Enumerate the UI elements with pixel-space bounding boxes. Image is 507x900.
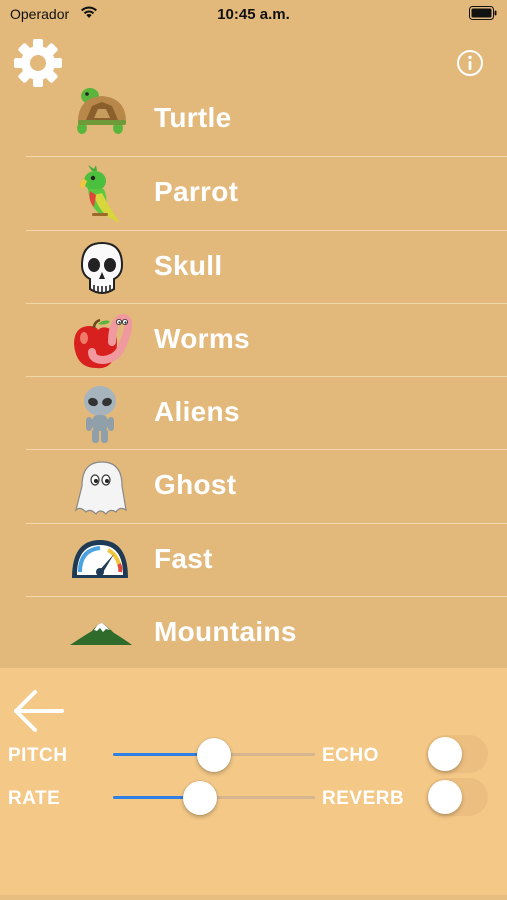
- parrot-icon: [80, 165, 120, 224]
- skull-icon: [80, 241, 124, 294]
- item-label: Aliens: [154, 396, 240, 428]
- toggle-knob: [428, 780, 462, 814]
- alien-icon: [84, 386, 116, 444]
- list-item-parrot[interactable]: Parrot: [0, 157, 507, 231]
- list-item-turtle[interactable]: Turtle: [0, 84, 507, 158]
- echo-toggle[interactable]: [426, 735, 488, 773]
- battery-icon: [469, 6, 497, 20]
- pitch-label: PITCH: [8, 745, 68, 766]
- item-label: Worms: [154, 322, 250, 354]
- item-label: Ghost: [154, 469, 237, 501]
- item-label: Mountains: [154, 616, 297, 648]
- reverb-toggle[interactable]: [426, 778, 488, 816]
- item-label: Skull: [154, 249, 223, 281]
- speedometer-icon: [72, 539, 128, 578]
- toggle-knob: [428, 737, 462, 771]
- reverb-label: REVERB: [322, 788, 405, 809]
- back-button[interactable]: [10, 688, 66, 734]
- arrow-left-icon: [14, 690, 64, 732]
- list-item-aliens[interactable]: Aliens: [0, 377, 507, 451]
- settings-button[interactable]: [12, 37, 64, 89]
- list-item-skull[interactable]: Skull: [0, 231, 507, 304]
- slider-thumb[interactable]: [197, 738, 231, 772]
- home-indicator-area: [0, 895, 507, 900]
- item-label: Fast: [154, 542, 213, 574]
- item-label: Parrot: [154, 176, 239, 208]
- echo-label: ECHO: [322, 745, 379, 766]
- list-item-fast[interactable]: Fast: [0, 524, 507, 598]
- status-bar: Operador 10:45 a.m.: [0, 0, 507, 30]
- effects-list: Turtle Parrot Skull Worms Aliens Ghost F…: [0, 84, 507, 668]
- info-icon: [457, 50, 483, 76]
- list-item-mountains[interactable]: Mountains: [0, 597, 507, 668]
- list-item-worms[interactable]: Worms: [0, 304, 507, 378]
- mountain-icon: [70, 623, 132, 646]
- gear-icon: [14, 39, 62, 87]
- slider-thumb[interactable]: [182, 781, 217, 815]
- controls-panel: PITCH ECHO RATE REVERB: [0, 668, 507, 900]
- worm-apple-icon: [74, 313, 132, 369]
- turtle-icon: [77, 88, 126, 134]
- rate-label: RATE: [8, 788, 61, 809]
- info-button[interactable]: [456, 49, 484, 77]
- rate-slider[interactable]: [113, 779, 315, 815]
- item-label: Turtle: [154, 102, 232, 133]
- ghost-icon: [74, 461, 127, 516]
- clock-label: 10:45 a.m.: [217, 6, 290, 23]
- list-item-ghost[interactable]: Ghost: [0, 450, 507, 524]
- pitch-slider[interactable]: [113, 736, 315, 772]
